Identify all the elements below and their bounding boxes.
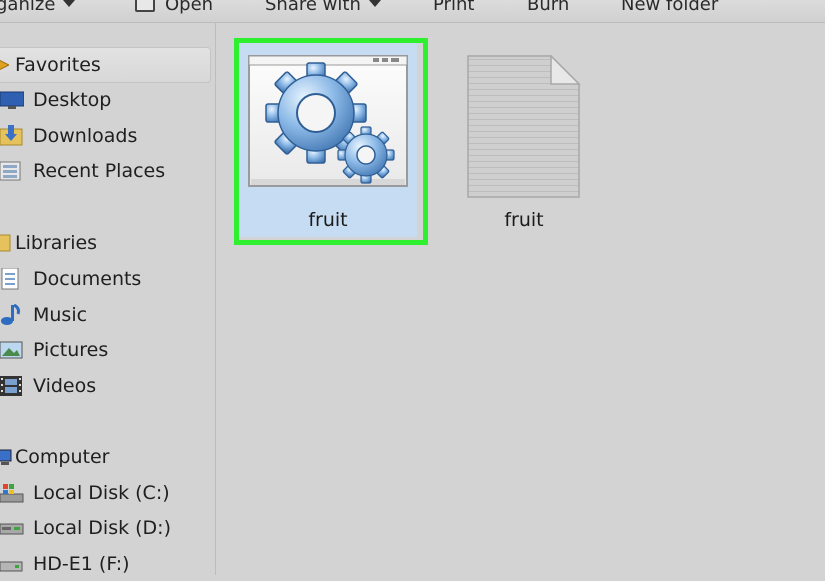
star-icon xyxy=(0,54,9,76)
recent-places-icon xyxy=(0,160,24,182)
nav-item-label: Music xyxy=(33,304,88,326)
nav-computer[interactable]: Computer xyxy=(0,440,109,474)
nav-item-recent-places[interactable]: Recent Places xyxy=(0,154,165,188)
nav-favorites-label: Favorites xyxy=(15,54,101,76)
nav-computer-label: Computer xyxy=(15,446,110,468)
chevron-down-icon xyxy=(63,0,76,7)
pictures-icon xyxy=(0,339,24,361)
print-button[interactable]: Print xyxy=(433,0,474,20)
new-folder-label: New folder xyxy=(621,0,719,15)
nav-item-local-disk-d[interactable]: Local Disk (D:) xyxy=(0,511,171,545)
downloads-folder-icon xyxy=(0,125,24,147)
desktop-icon xyxy=(0,89,24,111)
nav-item-label: Recent Places xyxy=(33,160,166,182)
nav-item-label: Pictures xyxy=(33,339,109,361)
nav-item-label: Documents xyxy=(33,268,142,290)
share-with-button[interactable]: Share with xyxy=(265,0,381,20)
share-with-label: Share with xyxy=(265,0,361,15)
nav-item-pictures[interactable]: Pictures xyxy=(0,333,108,367)
navigation-pane: Favorites Desktop Downloads Recent Place… xyxy=(0,23,216,575)
nav-item-hd-e1[interactable]: HD-E1 (F:) xyxy=(0,547,130,581)
documents-icon xyxy=(0,268,24,290)
open-button[interactable]: Open xyxy=(135,0,213,20)
selection-highlight-frame xyxy=(234,38,428,245)
burn-label: Burn xyxy=(527,0,570,15)
nav-item-label: Videos xyxy=(33,375,97,397)
open-label: Open xyxy=(165,0,214,15)
hard-drive-icon xyxy=(0,517,24,539)
nav-item-local-disk-c[interactable]: Local Disk (C:) xyxy=(0,476,170,510)
libraries-icon xyxy=(0,232,12,254)
system-drive-icon xyxy=(0,482,24,504)
nav-item-music[interactable]: Music xyxy=(0,298,87,332)
nav-item-label: Local Disk (D:) xyxy=(33,517,171,539)
command-bar: ganize Open Share with Print Burn New fo… xyxy=(0,0,825,23)
file-item-fruit-txt[interactable]: fruit xyxy=(438,43,610,237)
nav-item-label: HD-E1 (F:) xyxy=(33,553,130,575)
nav-item-videos[interactable]: Videos xyxy=(0,369,96,403)
nav-item-label: Downloads xyxy=(33,125,138,147)
window-icon xyxy=(135,0,155,12)
music-note-icon xyxy=(0,304,24,326)
burn-button[interactable]: Burn xyxy=(527,0,569,20)
nav-item-label: Local Disk (C:) xyxy=(33,482,170,504)
chevron-down-icon xyxy=(368,0,381,7)
text-document-icon xyxy=(467,55,581,198)
nav-item-documents[interactable]: Documents xyxy=(0,262,141,296)
file-name-label: fruit xyxy=(504,209,544,231)
nav-item-desktop[interactable]: Desktop xyxy=(0,83,111,117)
organize-button[interactable]: ganize xyxy=(0,0,76,20)
organize-label: ganize xyxy=(0,0,56,15)
nav-favorites[interactable]: Favorites xyxy=(0,47,211,83)
nav-libraries[interactable]: Libraries xyxy=(0,226,97,260)
nav-item-downloads[interactable]: Downloads xyxy=(0,119,137,153)
computer-icon xyxy=(0,446,12,468)
nav-item-label: Desktop xyxy=(33,89,112,111)
new-folder-button[interactable]: New folder xyxy=(621,0,718,20)
nav-libraries-label: Libraries xyxy=(15,232,98,254)
film-strip-icon xyxy=(0,375,24,397)
removable-drive-icon xyxy=(0,553,24,575)
print-label: Print xyxy=(433,0,475,15)
